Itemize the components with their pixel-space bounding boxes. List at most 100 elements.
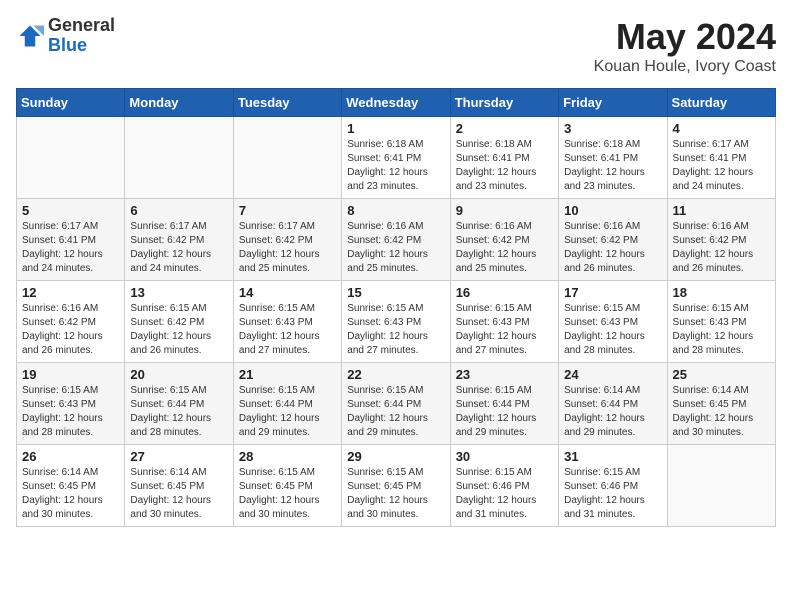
day-detail: Sunrise: 6:15 AMSunset: 6:46 PMDaylight:… — [456, 466, 553, 522]
day-detail: Sunrise: 6:16 AMSunset: 6:42 PMDaylight:… — [564, 220, 661, 276]
day-number: 20 — [130, 367, 227, 382]
day-detail: Sunrise: 6:17 AMSunset: 6:41 PMDaylight:… — [673, 138, 770, 194]
day-detail: Sunrise: 6:16 AMSunset: 6:42 PMDaylight:… — [673, 220, 770, 276]
day-detail: Sunrise: 6:16 AMSunset: 6:42 PMDaylight:… — [456, 220, 553, 276]
calendar-cell: 27 Sunrise: 6:14 AMSunset: 6:45 PMDayligh… — [125, 445, 233, 527]
day-number: 12 — [22, 285, 119, 300]
day-number: 6 — [130, 203, 227, 218]
calendar-cell: 6 Sunrise: 6:17 AMSunset: 6:42 PMDaylight… — [125, 199, 233, 281]
calendar-cell: 21 Sunrise: 6:15 AMSunset: 6:44 PMDayligh… — [233, 363, 341, 445]
calendar-header: SundayMondayTuesdayWednesdayThursdayFrid… — [17, 89, 776, 117]
day-number: 2 — [456, 121, 553, 136]
calendar-cell: 19Sunrise: 6:15 AMSunset: 6:43 PMDayligh… — [17, 363, 125, 445]
calendar-cell: 7Sunrise: 6:17 AMSunset: 6:42 PMDaylight… — [233, 199, 341, 281]
column-header-monday: Monday — [125, 89, 233, 117]
day-detail: Sunrise: 6:18 AMSunset: 6:41 PMDaylight:… — [347, 138, 444, 194]
calendar-cell — [125, 117, 233, 199]
week-row: 26 Sunrise: 6:14 AMSunset: 6:45 PMDayligh… — [17, 445, 776, 527]
calendar-cell: 8Sunrise: 6:16 AMSunset: 6:42 PMDaylight… — [342, 199, 450, 281]
calendar-cell: 18 Sunrise: 6:15 AMSunset: 6:43 PMDayligh… — [667, 281, 775, 363]
calendar-cell: 20 Sunrise: 6:15 AMSunset: 6:44 PMDayligh… — [125, 363, 233, 445]
calendar-cell: 13 Sunrise: 6:15 AMSunset: 6:42 PMDayligh… — [125, 281, 233, 363]
calendar-cell: 2 Sunrise: 6:18 AMSunset: 6:41 PMDaylight… — [450, 117, 558, 199]
day-number: 9 — [456, 203, 553, 218]
column-header-saturday: Saturday — [667, 89, 775, 117]
day-detail: Sunrise: 6:17 AMSunset: 6:41 PMDaylight:… — [22, 220, 119, 276]
day-number: 11 — [673, 203, 770, 218]
calendar-cell: 28 Sunrise: 6:15 AMSunset: 6:45 PMDayligh… — [233, 445, 341, 527]
day-number: 5 — [22, 203, 119, 218]
logo-blue-text: Blue — [48, 35, 87, 55]
day-detail: Sunrise: 6:15 AMSunset: 6:45 PMDaylight:… — [239, 466, 336, 522]
calendar-cell: 31Sunrise: 6:15 AMSunset: 6:46 PMDayligh… — [559, 445, 667, 527]
calendar-cell: 5 Sunrise: 6:17 AMSunset: 6:41 PMDaylight… — [17, 199, 125, 281]
calendar-cell: 29Sunrise: 6:15 AMSunset: 6:45 PMDayligh… — [342, 445, 450, 527]
calendar-subtitle: Kouan Houle, Ivory Coast — [594, 58, 776, 76]
day-number: 28 — [239, 449, 336, 464]
day-number: 13 — [130, 285, 227, 300]
day-detail: Sunrise: 6:15 AMSunset: 6:42 PMDaylight:… — [130, 302, 227, 358]
logo-icon — [16, 22, 44, 50]
day-number: 15 — [347, 285, 444, 300]
calendar-cell: 30Sunrise: 6:15 AMSunset: 6:46 PMDayligh… — [450, 445, 558, 527]
calendar-cell — [233, 117, 341, 199]
calendar-cell: 10 Sunrise: 6:16 AMSunset: 6:42 PMDayligh… — [559, 199, 667, 281]
day-detail: Sunrise: 6:17 AMSunset: 6:42 PMDaylight:… — [130, 220, 227, 276]
day-detail: Sunrise: 6:15 AMSunset: 6:44 PMDaylight:… — [130, 384, 227, 440]
calendar-cell: 12Sunrise: 6:16 AMSunset: 6:42 PMDayligh… — [17, 281, 125, 363]
day-detail: Sunrise: 6:14 AMSunset: 6:45 PMDaylight:… — [130, 466, 227, 522]
day-number: 8 — [347, 203, 444, 218]
column-header-sunday: Sunday — [17, 89, 125, 117]
day-number: 23 — [456, 367, 553, 382]
day-detail: Sunrise: 6:18 AMSunset: 6:41 PMDaylight:… — [564, 138, 661, 194]
calendar-cell: 22 Sunrise: 6:15 AMSunset: 6:44 PMDayligh… — [342, 363, 450, 445]
week-row: 1 Sunrise: 6:18 AMSunset: 6:41 PMDaylight… — [17, 117, 776, 199]
day-number: 22 — [347, 367, 444, 382]
day-detail: Sunrise: 6:15 AMSunset: 6:43 PMDaylight:… — [673, 302, 770, 358]
day-number: 25 — [673, 367, 770, 382]
day-detail: Sunrise: 6:15 AMSunset: 6:44 PMDaylight:… — [347, 384, 444, 440]
day-detail: Sunrise: 6:14 AMSunset: 6:45 PMDaylight:… — [673, 384, 770, 440]
calendar-cell — [17, 117, 125, 199]
calendar-cell: 25 Sunrise: 6:14 AMSunset: 6:45 PMDayligh… — [667, 363, 775, 445]
calendar-cell: 23Sunrise: 6:15 AMSunset: 6:44 PMDayligh… — [450, 363, 558, 445]
calendar-cell: 11 Sunrise: 6:16 AMSunset: 6:42 PMDayligh… — [667, 199, 775, 281]
day-detail: Sunrise: 6:18 AMSunset: 6:41 PMDaylight:… — [456, 138, 553, 194]
page-header: General Blue May 2024 Kouan Houle, Ivory… — [16, 16, 776, 76]
week-row: 12Sunrise: 6:16 AMSunset: 6:42 PMDayligh… — [17, 281, 776, 363]
day-number: 4 — [673, 121, 770, 136]
column-header-wednesday: Wednesday — [342, 89, 450, 117]
week-row: 5 Sunrise: 6:17 AMSunset: 6:41 PMDaylight… — [17, 199, 776, 281]
calendar-body: 1 Sunrise: 6:18 AMSunset: 6:41 PMDaylight… — [17, 117, 776, 527]
day-number: 24 — [564, 367, 661, 382]
day-number: 18 — [673, 285, 770, 300]
calendar-cell: 24Sunrise: 6:14 AMSunset: 6:44 PMDayligh… — [559, 363, 667, 445]
day-number: 7 — [239, 203, 336, 218]
day-number: 10 — [564, 203, 661, 218]
day-number: 17 — [564, 285, 661, 300]
logo-text: General Blue — [48, 16, 115, 56]
calendar-cell: 3 Sunrise: 6:18 AMSunset: 6:41 PMDaylight… — [559, 117, 667, 199]
day-number: 3 — [564, 121, 661, 136]
day-detail: Sunrise: 6:15 AMSunset: 6:43 PMDaylight:… — [456, 302, 553, 358]
calendar-cell: 9 Sunrise: 6:16 AMSunset: 6:42 PMDaylight… — [450, 199, 558, 281]
day-number: 26 — [22, 449, 119, 464]
column-header-tuesday: Tuesday — [233, 89, 341, 117]
day-detail: Sunrise: 6:15 AMSunset: 6:43 PMDaylight:… — [347, 302, 444, 358]
day-number: 21 — [239, 367, 336, 382]
calendar-cell — [667, 445, 775, 527]
day-number: 27 — [130, 449, 227, 464]
day-detail: Sunrise: 6:14 AMSunset: 6:45 PMDaylight:… — [22, 466, 119, 522]
day-number: 16 — [456, 285, 553, 300]
calendar-cell: 15 Sunrise: 6:15 AMSunset: 6:43 PMDayligh… — [342, 281, 450, 363]
calendar-cell: 1 Sunrise: 6:18 AMSunset: 6:41 PMDaylight… — [342, 117, 450, 199]
day-detail: Sunrise: 6:15 AMSunset: 6:44 PMDaylight:… — [239, 384, 336, 440]
week-row: 19Sunrise: 6:15 AMSunset: 6:43 PMDayligh… — [17, 363, 776, 445]
calendar-table: SundayMondayTuesdayWednesdayThursdayFrid… — [16, 88, 776, 527]
day-number: 1 — [347, 121, 444, 136]
day-detail: Sunrise: 6:15 AMSunset: 6:43 PMDaylight:… — [22, 384, 119, 440]
title-block: May 2024 Kouan Houle, Ivory Coast — [594, 16, 776, 76]
calendar-title: May 2024 — [594, 16, 776, 58]
calendar-cell: 4 Sunrise: 6:17 AMSunset: 6:41 PMDaylight… — [667, 117, 775, 199]
column-header-friday: Friday — [559, 89, 667, 117]
